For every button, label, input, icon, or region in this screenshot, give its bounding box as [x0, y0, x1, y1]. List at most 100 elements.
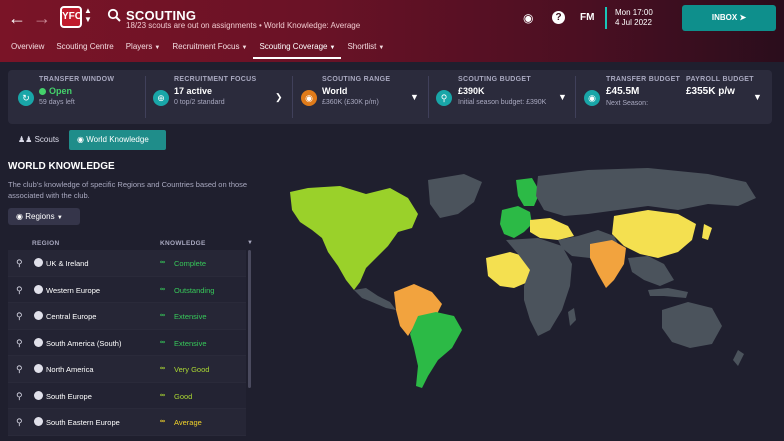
page-subtitle: 18/23 scouts are out on assignments • Wo… — [126, 21, 361, 30]
table-row[interactable]: ⚲ Central Europe ∞ Extensive — [8, 303, 246, 330]
top-header: ← → YFC ▲ ▼ SCOUTING 18/23 scouts are out… — [0, 0, 784, 62]
map-region-russia[interactable] — [536, 168, 756, 216]
scouting-range-cost: £360K (£30K p/m) — [322, 99, 379, 106]
chevron-down-icon[interactable]: ▼ — [410, 92, 419, 102]
table-row[interactable]: ⚲ North America ∞ Very Good — [8, 356, 246, 383]
binoculars-icon: ∞ — [160, 259, 165, 266]
date-separator — [605, 7, 607, 29]
map-region-australia[interactable] — [662, 302, 722, 348]
knowledge-level: Average — [174, 418, 202, 427]
inbox-button[interactable]: INBOX ➤ — [682, 5, 776, 31]
transfer-window-label: TRANSFER WINDOW — [39, 76, 115, 83]
world-knowledge-map[interactable] — [268, 140, 778, 440]
search-icon[interactable]: ⚲ — [16, 338, 23, 349]
payroll-budget-label: PAYROLL BUDGET — [686, 76, 754, 83]
chevron-down-icon: ▼ — [241, 45, 248, 51]
search-icon[interactable]: ⚲ — [16, 364, 23, 375]
arrow-right-circle-icon: ➤ — [739, 13, 747, 22]
chevron-down-icon: ▼ — [378, 45, 385, 51]
binoculars-icon: ∞ — [160, 312, 165, 319]
map-region-japan[interactable] — [702, 224, 712, 240]
regions-dropdown[interactable]: ◉ Regions ▼ — [8, 208, 80, 225]
scouting-budget-value: £390K — [458, 86, 485, 96]
map-region-central-america[interactable] — [354, 288, 396, 310]
scouting-range-label: SCOUTING RANGE — [322, 76, 391, 83]
tab-label: Scouting Centre — [56, 42, 114, 51]
scouting-info-bar: ↻ TRANSFER WINDOW Open 59 days left ⊕ RE… — [8, 70, 772, 124]
chevron-down-icon: ▼ — [56, 215, 63, 221]
knowledge-level: Complete — [174, 259, 207, 268]
transfer-window-status: Open — [49, 86, 73, 96]
table-row[interactable]: ⚲ South America (South) ∞ Extensive — [8, 329, 246, 356]
tab-recruitment-focus[interactable]: Recruitment Focus ▼ — [166, 39, 253, 59]
chevron-down-icon[interactable]: ▼ — [558, 92, 567, 102]
knowledge-level: Extensive — [174, 312, 207, 321]
forward-arrow-icon[interactable]: → — [33, 9, 51, 27]
search-icon[interactable]: ⚲ — [16, 391, 23, 402]
knowledge-level: Outstanding — [174, 285, 215, 295]
scouting-budget-section[interactable]: SCOUTING BUDGET £390K Initial season bud… — [458, 76, 568, 118]
map-region-indonesia[interactable] — [648, 288, 688, 298]
region-list-scrollbar[interactable] — [248, 250, 251, 388]
binoculars-icon: ∞ — [160, 391, 165, 399]
map-region-greenland[interactable] — [428, 174, 482, 218]
globe-icon — [34, 284, 43, 294]
search-icon[interactable]: ⚲ — [16, 311, 23, 322]
payroll-budget-section[interactable]: PAYROLL BUDGET £355K p/w — [686, 76, 762, 118]
club-switch-chevron-icon[interactable]: ▲ ▼ — [84, 6, 92, 24]
recruitment-focus-sub: 0 top/2 standard — [174, 99, 225, 106]
club-badge-icon[interactable]: YFC — [60, 6, 82, 28]
tab-players[interactable]: Players ▼ — [120, 39, 167, 59]
inbox-label: INBOX — [711, 13, 738, 22]
search-icon: ⚲ — [436, 90, 452, 106]
social-feed-icon[interactable]: ◉ — [523, 11, 533, 25]
globe-icon — [34, 311, 43, 320]
table-row[interactable]: ⚲ South Europe ∞ Good — [8, 382, 246, 409]
scouting-budget-label: SCOUTING BUDGET — [458, 76, 531, 83]
column-header-knowledge[interactable]: KNOWLEDGE — [160, 240, 206, 247]
fm-logo[interactable]: FM — [580, 12, 594, 23]
map-region-new-zealand[interactable] — [733, 350, 744, 366]
table-row[interactable]: ⚲ UK & Ireland ∞ Complete — [8, 250, 246, 277]
map-region-south-eastern-europe[interactable] — [530, 218, 574, 240]
refresh-icon: ↻ — [18, 90, 34, 106]
map-region-south-america-south[interactable] — [410, 312, 462, 388]
transfer-window-section[interactable]: TRANSFER WINDOW Open 59 days left — [39, 76, 139, 118]
search-icon[interactable]: ⚲ — [16, 258, 23, 269]
chevron-right-icon[interactable]: ❯ — [275, 92, 283, 103]
recruitment-focus-section[interactable]: RECRUITMENT FOCUS 17 active 0 top/2 stan… — [174, 76, 284, 118]
chevron-down-icon[interactable]: ▼ — [753, 92, 762, 102]
tab-scouting-coverage[interactable]: Scouting Coverage ▼ — [253, 39, 342, 59]
back-arrow-icon[interactable]: ← — [8, 9, 26, 27]
tab-label: Recruitment Focus — [172, 42, 240, 51]
binoculars-icon: ∞ — [160, 418, 165, 425]
map-region-madagascar[interactable] — [568, 308, 576, 326]
transfer-budget-section[interactable]: TRANSFER BUDGET £45.5M Next Season: — [606, 76, 682, 118]
payroll-budget-value: £355K p/w — [686, 86, 735, 97]
scouting-range-section[interactable]: SCOUTING RANGE World £360K (£30K p/m) — [322, 76, 412, 118]
piggy-bank-icon: ◉ — [584, 90, 600, 106]
tab-bar: Overview Scouting Centre Players ▼ Recrui… — [5, 39, 390, 59]
transfer-budget-label: TRANSFER BUDGET — [606, 76, 681, 83]
scouts-toggle[interactable]: ♟♟ Scouts — [10, 131, 67, 149]
world-knowledge-toggle[interactable]: ◉ World Knowledge — [69, 130, 166, 150]
map-region-north-america[interactable] — [290, 186, 418, 290]
tab-overview[interactable]: Overview — [5, 39, 50, 59]
map-region-western-europe[interactable] — [500, 206, 532, 238]
table-row[interactable]: ⚲ Western Europe ∞ Outstanding — [8, 276, 246, 303]
region-name: Central Europe — [46, 312, 97, 321]
transfer-window-days: 59 days left — [39, 99, 75, 106]
table-row[interactable]: ⚲ South Eastern Europe ∞ Average — [8, 409, 246, 436]
tab-shortlist[interactable]: Shortlist ▼ — [341, 39, 390, 59]
search-icon[interactable]: ⚲ — [16, 285, 23, 296]
help-icon[interactable]: ? — [552, 11, 565, 24]
map-region-south-asia[interactable] — [590, 240, 626, 288]
sort-desc-icon[interactable]: ▼ — [247, 240, 253, 246]
globe-icon: ◉ — [77, 135, 84, 144]
search-icon[interactable]: ⚲ — [16, 417, 23, 428]
search-icon[interactable] — [107, 8, 121, 22]
tab-scouting-centre[interactable]: Scouting Centre — [50, 39, 119, 59]
chevron-down-icon: ▼ — [329, 45, 336, 51]
map-region-south-east-asia[interactable] — [628, 256, 674, 286]
column-header-region[interactable]: REGION — [32, 240, 59, 247]
